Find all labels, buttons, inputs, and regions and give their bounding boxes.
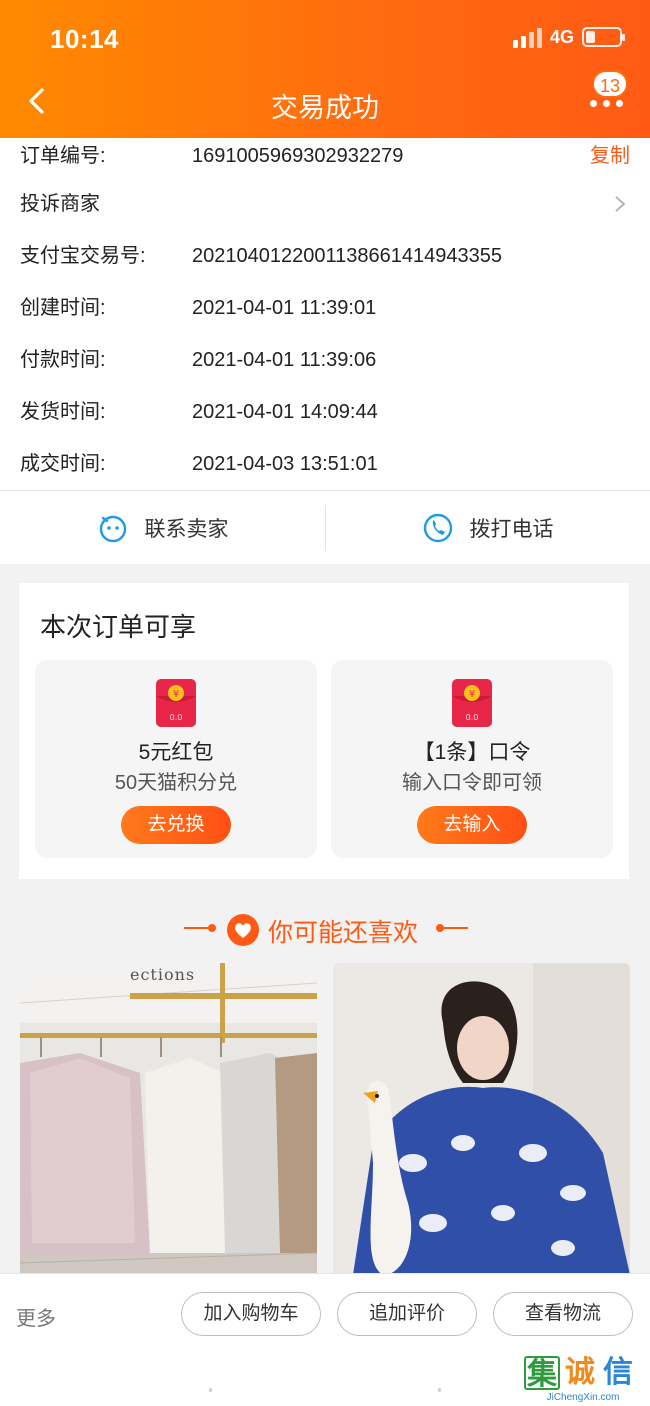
deal-time-label: 成交时间: xyxy=(20,453,106,475)
top-header: 10:14 4G 交易成功 13 xyxy=(0,0,650,138)
benefits-title: 本次订单可享 xyxy=(40,612,197,642)
chat-face-icon xyxy=(99,515,126,543)
shipped-time-value: 2021-04-01 14:09:44 xyxy=(192,401,378,423)
dot-decoration xyxy=(208,924,216,932)
call-phone-label: 拨打电话 xyxy=(469,518,554,541)
benefit-card-password: ¥ 0.0 【1条】口令 输入口令即可领 去输入 xyxy=(331,660,613,858)
svg-text:0.0: 0.0 xyxy=(466,713,479,722)
logo-char: 集 xyxy=(524,1356,560,1391)
add-review-button[interactable]: 追加评价 xyxy=(337,1292,477,1336)
photo-text: ections xyxy=(130,965,196,984)
copy-button[interactable]: 复制 xyxy=(590,138,630,174)
svg-text:¥: ¥ xyxy=(469,689,475,700)
red-envelope-icon: ¥ 0.0 xyxy=(156,679,196,727)
alipay-trade-row: 支付宝交易号: 2021040122001138661414943355 xyxy=(0,238,650,274)
redeem-button[interactable]: 去兑换 xyxy=(121,806,231,844)
chevron-right-icon xyxy=(615,196,626,212)
benefit-desc: 50天猫积分兑 xyxy=(114,772,238,794)
call-phone-button[interactable]: 拨打电话 xyxy=(325,491,650,565)
more-actions-link[interactable]: 更多 xyxy=(16,1302,56,1331)
site-watermark-logo: 集 诚 信 JiChengXin.com xyxy=(524,1356,642,1404)
deal-time-value: 2021-04-03 13:51:01 xyxy=(192,453,378,475)
contact-seller-label: 联系卖家 xyxy=(144,518,229,541)
view-logistics-button[interactable]: 查看物流 xyxy=(493,1292,633,1336)
status-time: 10:14 xyxy=(50,24,119,54)
complain-merchant-label: 投诉商家 xyxy=(20,193,100,215)
order-number-row: 订单编号: 1691005969302932279 复制 xyxy=(0,138,650,174)
shipped-time-label: 发货时间: xyxy=(20,401,106,423)
product-card-jackets[interactable]: ections xyxy=(20,963,317,1275)
message-count-badge: 13 xyxy=(592,70,628,98)
contact-seller-button[interactable]: 联系卖家 xyxy=(0,491,325,565)
signal-icon xyxy=(512,26,542,48)
complain-merchant-row[interactable]: 投诉商家 xyxy=(0,186,650,222)
benefit-name: 5元红包 xyxy=(138,741,214,764)
order-number-value: 1691005969302932279 xyxy=(192,145,404,167)
contact-bar: 联系卖家 拨打电话 xyxy=(0,490,650,564)
created-time-label: 创建时间: xyxy=(20,297,106,319)
paid-time-value: 2021-04-01 11:39:06 xyxy=(192,349,377,371)
heart-icon xyxy=(227,914,259,946)
order-info-section: 订单编号: 1691005969302932279 复制 投诉商家 支付宝交易号… xyxy=(0,138,650,490)
divider xyxy=(440,927,468,929)
more-dots-icon xyxy=(590,100,623,107)
recommend-heading: 你可能还喜欢 xyxy=(0,905,650,951)
logo-char: 诚 xyxy=(565,1356,595,1389)
logo-char: 信 xyxy=(603,1356,633,1389)
svg-text:0.0: 0.0 xyxy=(170,713,183,722)
paid-time-label: 付款时间: xyxy=(20,349,106,371)
order-number-label: 订单编号: xyxy=(20,145,106,167)
product-image-pajamas xyxy=(333,963,630,1275)
red-envelope-icon: ¥ 0.0 xyxy=(452,679,492,727)
page-title: 交易成功 xyxy=(271,93,379,123)
logo-url: JiChengXin.com xyxy=(546,1392,620,1403)
battery-icon xyxy=(582,27,625,47)
more-menu-button[interactable]: 13 xyxy=(588,70,632,114)
deal-time-row: 成交时间: 2021-04-03 13:51:01 xyxy=(0,446,650,482)
paid-time-row: 付款时间: 2021-04-01 11:39:06 xyxy=(0,342,650,378)
benefit-name: 【1条】口令 xyxy=(413,741,531,764)
created-time-row: 创建时间: 2021-04-01 11:39:01 xyxy=(0,290,650,326)
status-indicators: 4G xyxy=(512,26,625,48)
benefit-desc: 输入口令即可领 xyxy=(402,772,542,794)
created-time-value: 2021-04-01 11:39:01 xyxy=(192,297,377,319)
order-benefits-panel: 本次订单可享 ¥ 0.0 5元红包 50天猫积分兑 去兑换 ¥ 0.0 【1条】… xyxy=(19,583,629,879)
shipped-time-row: 发货时间: 2021-04-01 14:09:44 xyxy=(0,394,650,430)
product-card-pajamas[interactable] xyxy=(333,963,630,1275)
home-indicator xyxy=(209,1388,441,1392)
alipay-trade-label: 支付宝交易号: xyxy=(20,245,146,267)
benefit-card-redpacket: ¥ 0.0 5元红包 50天猫积分兑 去兑换 xyxy=(35,660,317,858)
enter-code-button[interactable]: 去输入 xyxy=(417,806,527,844)
product-image-jackets xyxy=(20,963,317,1275)
recommend-title: 你可能还喜欢 xyxy=(268,919,419,947)
add-to-cart-button[interactable]: 加入购物车 xyxy=(181,1292,321,1336)
network-type: 4G xyxy=(549,26,574,47)
alipay-trade-value: 2021040122001138661414943355 xyxy=(192,245,502,267)
svg-text:¥: ¥ xyxy=(173,689,179,700)
phone-icon xyxy=(423,513,452,543)
